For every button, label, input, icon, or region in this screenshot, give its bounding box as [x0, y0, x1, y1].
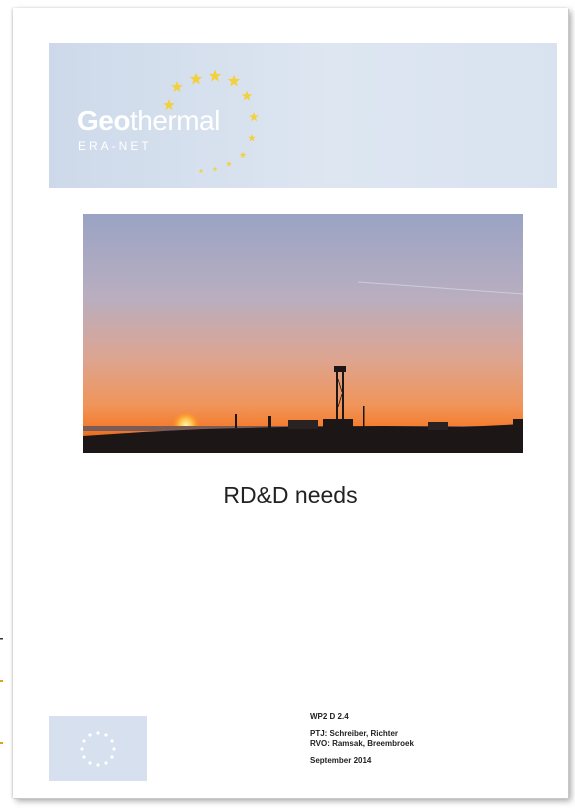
authors-ptj: PTJ: Schreiber, Richter — [310, 729, 399, 738]
logo-geo-bold: Geo — [77, 105, 130, 136]
drilling-rig-sunset-photo — [83, 214, 523, 453]
work-package: WP2 D 2.4 — [310, 712, 349, 721]
page-edge-marks — [0, 630, 10, 755]
document-date: September 2014 — [310, 756, 372, 765]
logo-geo-light: thermal — [129, 105, 220, 136]
document-metadata: WP2 D 2.4 PTJ: Schreiber, Richter RVO: R… — [310, 712, 414, 766]
document-page: Geothermal ERA-NET RD&D needs WP2 D 2.4 … — [13, 8, 568, 798]
logo-wordmark: Geothermal — [77, 105, 220, 137]
eu-stars-flag-icon — [49, 716, 147, 781]
header-band: Geothermal ERA-NET — [49, 43, 557, 188]
authors-rvo: RVO: Ramsak, Breembroek — [310, 739, 414, 748]
logo-subtitle: ERA-NET — [78, 139, 152, 153]
document-title: RD&D needs — [223, 482, 358, 508]
